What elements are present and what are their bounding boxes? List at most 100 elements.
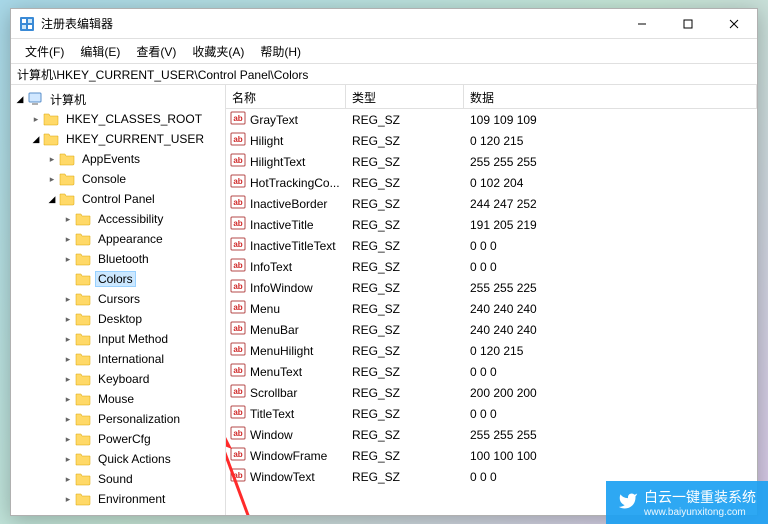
value-type: REG_SZ [346,344,464,358]
tree-key[interactable]: ◢Control Panel [11,189,225,209]
registry-value-row[interactable]: abMenu REG_SZ 240 240 240 [226,298,757,319]
tree-hive[interactable]: ▸HKEY_CLASSES_ROOT [11,109,225,129]
tree-key[interactable]: ▸Console [11,169,225,189]
value-name: Menu [250,302,280,316]
registry-value-row[interactable]: abWindow REG_SZ 255 255 255 [226,424,757,445]
expand-icon[interactable]: ◢ [45,194,59,205]
registry-value-row[interactable]: abHilight REG_SZ 0 120 215 [226,130,757,151]
expand-icon[interactable]: ▸ [45,174,59,185]
value-name: Hilight [250,134,283,148]
menu-edit[interactable]: 编辑(E) [72,41,128,62]
tree-hive[interactable]: ◢HKEY_CURRENT_USER [11,129,225,149]
tree-key[interactable]: ▸Quick Actions [11,449,225,469]
registry-value-row[interactable]: abMenuHilight REG_SZ 0 120 215 [226,340,757,361]
expand-icon[interactable]: ◢ [29,134,43,145]
expand-icon[interactable]: ▸ [61,454,75,465]
bird-icon [618,491,638,514]
address-bar[interactable]: 计算机\HKEY_CURRENT_USER\Control Panel\Colo… [11,63,757,85]
tree-key[interactable]: ▸AppEvents [11,149,225,169]
registry-value-row[interactable]: abHotTrackingCo... REG_SZ 0 102 204 [226,172,757,193]
registry-value-row[interactable]: abTitleText REG_SZ 0 0 0 [226,403,757,424]
value-name: MenuText [250,365,302,379]
folder-icon [75,311,91,327]
column-type[interactable]: 类型 [346,85,464,108]
value-type: REG_SZ [346,260,464,274]
registry-value-row[interactable]: abInactiveTitleText REG_SZ 0 0 0 [226,235,757,256]
expand-icon[interactable]: ▸ [29,114,43,125]
tree-key[interactable]: ▸PowerCfg [11,429,225,449]
expand-icon[interactable]: ▸ [61,334,75,345]
value-data: 255 255 255 [464,428,757,442]
expand-icon[interactable]: ▸ [61,314,75,325]
value-type: REG_SZ [346,113,464,127]
menu-help[interactable]: 帮助(H) [252,41,309,62]
tree-key[interactable]: ▸ Appearance [11,229,225,249]
regedit-window: 注册表编辑器 文件(F) 编辑(E) 查看(V) 收藏夹(A) 帮助(H) 计算… [10,8,758,516]
list-body[interactable]: abGrayText REG_SZ 109 109 109 abHilight … [226,109,757,515]
registry-value-row[interactable]: abInfoWindow REG_SZ 255 255 225 [226,277,757,298]
value-name: InactiveTitleText [250,239,336,253]
tree-key[interactable]: ▸Input Method [11,329,225,349]
folder-icon [75,331,91,347]
expand-icon[interactable]: ◢ [13,94,27,105]
tree-key[interactable]: ▸Sound [11,469,225,489]
menu-view[interactable]: 查看(V) [128,41,184,62]
svg-text:ab: ab [233,240,242,249]
maximize-button[interactable] [665,9,711,39]
column-data[interactable]: 数据 [464,85,757,108]
close-button[interactable] [711,9,757,39]
registry-value-row[interactable]: abInactiveBorder REG_SZ 244 247 252 [226,193,757,214]
registry-value-row[interactable]: abWindowFrame REG_SZ 100 100 100 [226,445,757,466]
watermark-subtext: www.baiyunxitong.com [644,507,756,518]
expand-icon[interactable]: ▸ [45,154,59,165]
expand-icon[interactable]: ▸ [61,294,75,305]
tree-key[interactable]: ▸Bluetooth [11,249,225,269]
column-name[interactable]: 名称 [226,85,346,108]
expand-icon[interactable]: ▸ [61,414,75,425]
svg-text:ab: ab [233,198,242,207]
tree-key[interactable]: ▸Accessibility [11,209,225,229]
value-name: WindowFrame [250,449,327,463]
value-type: REG_SZ [346,386,464,400]
tree-key[interactable]: Colors [11,269,225,289]
expand-icon[interactable]: ▸ [61,214,75,225]
tree-key[interactable]: ▸Mouse [11,389,225,409]
expand-icon[interactable]: ▸ [61,394,75,405]
registry-value-row[interactable]: abInactiveTitle REG_SZ 191 205 219 [226,214,757,235]
tree-root[interactable]: ◢计算机 [11,89,225,109]
expand-icon[interactable]: ▸ [61,254,75,265]
tree-key[interactable]: ▸Cursors [11,289,225,309]
expand-icon[interactable]: ▸ [61,434,75,445]
tree-label: Desktop [95,311,145,327]
expand-icon[interactable]: ▸ [61,354,75,365]
expand-icon[interactable]: ▸ [61,474,75,485]
tree-label: Appearance [95,231,166,247]
tree-key[interactable]: ▸Personalization [11,409,225,429]
tree-panel[interactable]: ◢计算机▸HKEY_CLASSES_ROOT◢HKEY_CURRENT_USER… [11,85,226,515]
tree-key[interactable]: ▸International [11,349,225,369]
registry-value-row[interactable]: abMenuText REG_SZ 0 0 0 [226,361,757,382]
minimize-button[interactable] [619,9,665,39]
folder-icon [75,291,91,307]
svg-text:ab: ab [233,345,242,354]
registry-value-row[interactable]: abMenuBar REG_SZ 240 240 240 [226,319,757,340]
tree-key[interactable]: ▸Environment [11,489,225,509]
menu-favorites[interactable]: 收藏夹(A) [184,41,252,62]
value-name: MenuBar [250,323,299,337]
registry-value-row[interactable]: abHilightText REG_SZ 255 255 255 [226,151,757,172]
value-data: 0 0 0 [464,407,757,421]
value-name: Scrollbar [250,386,297,400]
expand-icon[interactable]: ▸ [61,494,75,505]
svg-text:ab: ab [233,114,242,123]
tree-key[interactable]: ▸Keyboard [11,369,225,389]
registry-value-row[interactable]: abGrayText REG_SZ 109 109 109 [226,109,757,130]
registry-value-row[interactable]: abInfoText REG_SZ 0 0 0 [226,256,757,277]
svg-text:ab: ab [233,282,242,291]
computer-icon [27,91,43,107]
registry-value-row[interactable]: abScrollbar REG_SZ 200 200 200 [226,382,757,403]
expand-icon[interactable]: ▸ [61,374,75,385]
expand-icon[interactable]: ▸ [61,234,75,245]
menu-file[interactable]: 文件(F) [17,41,72,62]
app-icon [19,16,35,32]
tree-key[interactable]: ▸ Desktop [11,309,225,329]
